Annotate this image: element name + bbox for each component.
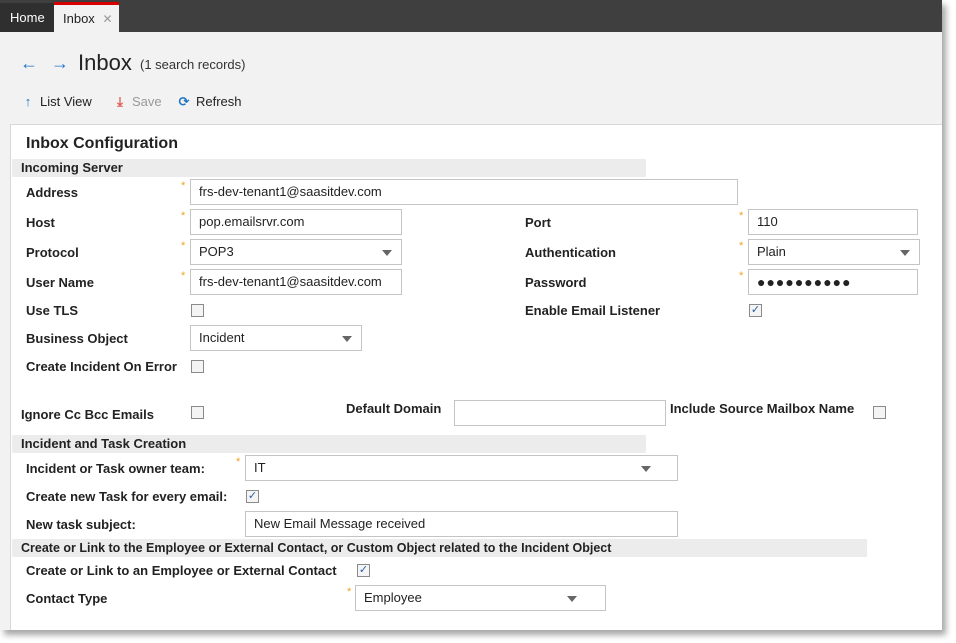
tab-home-label: Home	[10, 10, 45, 25]
user-name-input[interactable]: frs-dev-tenant1@saasitdev.com	[190, 269, 402, 295]
chevron-down-icon	[641, 466, 651, 472]
list-view-label: List View	[40, 94, 92, 109]
contact-type-select[interactable]: Employee	[355, 585, 606, 611]
business-object-value: Incident	[199, 330, 245, 345]
record-count: (1 search records)	[140, 57, 246, 72]
new-task-subject-input[interactable]: New Email Message received	[245, 511, 678, 537]
form-title: Inbox Configuration	[26, 135, 178, 152]
back-arrow-icon[interactable]: ←	[20, 54, 38, 72]
new-task-every-email-checkbox[interactable]: ✓	[246, 490, 259, 503]
save-label: Save	[132, 94, 162, 109]
use-tls-label: Use TLS	[26, 303, 79, 318]
arrow-up-icon: ↑	[24, 94, 32, 109]
tab-home[interactable]: Home	[0, 3, 56, 32]
section-create-link-contact: Create or Link to the Employee or Extern…	[12, 539, 867, 557]
contact-type-value: Employee	[364, 590, 422, 605]
page-title: Inbox	[78, 50, 132, 75]
business-object-label: Business Object	[26, 331, 128, 346]
owner-team-value: IT	[254, 460, 266, 475]
close-icon[interactable]: ✕	[102, 12, 112, 26]
address-label: Address	[26, 185, 79, 200]
protocol-label: Protocol	[26, 245, 79, 260]
new-task-subject-label: New task subject:	[26, 517, 136, 532]
chevron-down-icon	[382, 250, 392, 256]
list-view-button[interactable]: ↑ List View	[20, 94, 92, 110]
download-icon: ⤓	[117, 94, 123, 109]
ignore-cc-bcc-checkbox[interactable]	[191, 406, 204, 419]
password-label: Password	[525, 275, 587, 290]
port-label: Port	[525, 215, 551, 230]
required-marker: *	[236, 456, 241, 468]
owner-team-label: Incident or Task owner team:	[26, 461, 205, 476]
section-incident-task-creation: Incident and Task Creation	[12, 435, 646, 453]
enable-email-listener-checkbox[interactable]: ✓	[749, 304, 762, 317]
contact-type-label: Contact Type	[26, 591, 108, 606]
required-marker: *	[347, 586, 352, 598]
chevron-down-icon	[342, 336, 352, 342]
page-header: ← → Inbox (1 search records) ↑ List View …	[0, 32, 942, 124]
host-label: Host	[26, 215, 55, 230]
forward-arrow-icon[interactable]: →	[51, 54, 69, 72]
user-name-label: User Name	[26, 275, 94, 290]
chevron-down-icon	[567, 596, 577, 602]
required-marker: *	[181, 270, 186, 282]
new-task-every-email-label: Create new Task for every email:	[26, 489, 228, 504]
business-object-select[interactable]: Incident	[190, 325, 362, 351]
required-marker: *	[181, 210, 186, 222]
enable-email-listener-label: Enable Email Listener	[525, 303, 661, 318]
tab-bar: Home Inbox ✕	[0, 0, 942, 32]
app-window: Home Inbox ✕ ← → Inbox (1 search records…	[0, 0, 942, 630]
save-button[interactable]: ⤓ Save	[112, 94, 162, 110]
password-input[interactable]: ●●●●●●●●●●	[748, 269, 918, 295]
required-marker: *	[181, 240, 186, 252]
authentication-label: Authentication	[525, 245, 616, 260]
authentication-value: Plain	[757, 244, 786, 259]
create-incident-on-error-checkbox[interactable]	[191, 360, 204, 373]
protocol-value: POP3	[199, 244, 234, 259]
tab-inbox[interactable]: Inbox ✕	[54, 2, 119, 32]
section-incoming-server: Incoming Server	[12, 159, 646, 177]
inbox-configuration-panel: Inbox Configuration Incoming Server Addr…	[10, 124, 942, 630]
use-tls-checkbox[interactable]	[191, 304, 204, 317]
default-domain-label: Default Domain	[346, 401, 442, 416]
required-marker: *	[739, 240, 744, 252]
tab-inbox-label: Inbox	[63, 11, 95, 26]
address-input[interactable]: frs-dev-tenant1@saasitdev.com	[190, 179, 738, 205]
port-input[interactable]: 110	[748, 209, 918, 235]
required-marker: *	[739, 210, 744, 222]
protocol-select[interactable]: POP3	[190, 239, 402, 265]
create-link-contact-checkbox[interactable]: ✓	[357, 564, 370, 577]
include-source-mailbox-label: Include Source Mailbox Name	[670, 401, 855, 416]
default-domain-input[interactable]	[454, 400, 666, 426]
refresh-label: Refresh	[196, 94, 242, 109]
include-source-mailbox-checkbox[interactable]	[873, 406, 886, 419]
refresh-button[interactable]: ⟳ Refresh	[176, 94, 242, 110]
host-input[interactable]: pop.emailsrvr.com	[190, 209, 402, 235]
required-marker: *	[181, 180, 186, 192]
create-link-contact-label: Create or Link to an Employee or Externa…	[26, 563, 337, 578]
authentication-select[interactable]: Plain	[748, 239, 920, 265]
create-incident-on-error-label: Create Incident On Error	[26, 359, 177, 374]
refresh-icon: ⟳	[178, 94, 190, 109]
chevron-down-icon	[900, 250, 910, 256]
required-marker: *	[739, 270, 744, 282]
ignore-cc-bcc-label: Ignore Cc Bcc Emails	[21, 407, 154, 422]
owner-team-select[interactable]: IT	[245, 455, 678, 481]
